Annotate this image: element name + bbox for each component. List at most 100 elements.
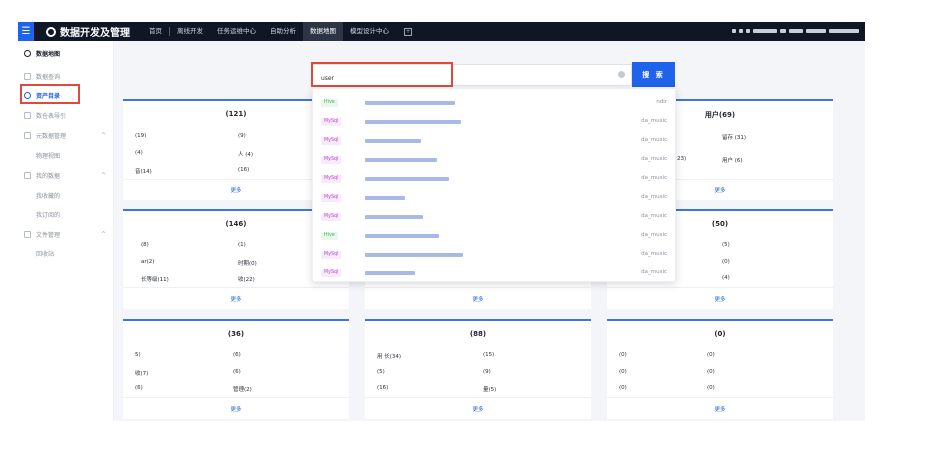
card-entry[interactable]: ar(2) xyxy=(141,259,154,265)
guide-icon xyxy=(24,111,31,119)
card-entry[interactable]: 收(7) xyxy=(135,369,148,377)
suggestion-item[interactable]: MySql da_music xyxy=(313,170,677,189)
table-name xyxy=(365,101,455,105)
database-name: da_music xyxy=(641,156,667,162)
nav-home[interactable]: 首页 xyxy=(142,22,169,41)
suggestion-item[interactable]: Hive ndir xyxy=(313,94,677,113)
card-entry[interactable]: (0) xyxy=(722,259,730,265)
more-link[interactable]: 更多 xyxy=(607,405,833,413)
metadata-icon xyxy=(24,131,31,139)
card-entry[interactable]: (6) xyxy=(135,385,143,391)
engine-badge: MySql xyxy=(321,175,342,183)
clear-icon[interactable] xyxy=(618,71,625,78)
sidebar-item-my-subscriptions[interactable]: 我订阅的 xyxy=(18,206,114,222)
my-data-icon xyxy=(24,171,31,179)
table-name xyxy=(365,177,449,181)
card-entry[interactable]: (4) xyxy=(722,275,730,281)
card-entry[interactable]: (6) xyxy=(233,369,241,375)
query-icon xyxy=(24,72,31,80)
user-area[interactable] xyxy=(732,29,859,33)
card-entry[interactable]: (15) xyxy=(483,352,494,358)
card-entry[interactable]: (0) xyxy=(619,385,627,391)
card-entry[interactable]: (0) xyxy=(619,369,627,375)
category-card[interactable]: (0) (0) (0) (0) (0) (0) (0) 更多 xyxy=(607,319,833,419)
suggestion-item[interactable]: MySql da_music xyxy=(313,208,677,227)
engine-badge: Hive xyxy=(321,232,338,240)
nav-task-ops[interactable]: 任务运维中心 xyxy=(210,22,263,41)
table-name xyxy=(365,120,461,124)
sidebar-item-warehouse-guide[interactable]: 数仓表导引 xyxy=(18,107,114,123)
engine-badge: MySql xyxy=(321,118,342,126)
add-tab-icon[interactable]: + xyxy=(404,27,412,36)
menu-icon[interactable]: ☰ xyxy=(18,22,34,41)
category-card[interactable]: (88) 用 长(34) (15) (5) (9) (16) 量(5) 更多 xyxy=(365,319,591,419)
top-navbar: ☰ 数据开发及管理 首页 离线开发 任务运维中心 自助分析 数据地图 模型设计中… xyxy=(18,22,865,41)
sidebar-group-file-management[interactable]: 文件管理 ^ xyxy=(18,226,114,242)
card-entry[interactable]: (9) xyxy=(238,133,246,139)
suggestion-item[interactable]: MySql da_music xyxy=(313,264,677,283)
sidebar-item-my-favorites[interactable]: 我收藏的 xyxy=(18,187,114,203)
card-entry[interactable]: (4) xyxy=(135,150,143,156)
card-entry[interactable]: (16) xyxy=(238,167,249,173)
logo-icon xyxy=(46,26,56,37)
category-card[interactable]: (36) 5) (6) 收(7) (6) (6) 管理(2) 更多 xyxy=(123,319,349,419)
suggestion-item[interactable]: MySql da_music xyxy=(313,132,677,151)
sidebar-item-physical-view[interactable]: 物理视图 xyxy=(18,147,114,163)
chevron-up-icon: ^ xyxy=(100,230,106,238)
suggestion-item[interactable]: Hive da_music xyxy=(313,227,677,246)
card-entry[interactable]: 音(14) xyxy=(135,167,152,175)
card-entry[interactable]: (8) xyxy=(141,242,149,248)
card-entry[interactable]: 时期(0) xyxy=(238,259,257,267)
card-entry[interactable]: 用户 (6) xyxy=(722,156,743,164)
card-entry[interactable]: (0) xyxy=(707,385,715,391)
card-entry[interactable]: 人 (4) xyxy=(238,150,253,158)
sidebar-item-data-query[interactable]: 数据查询 xyxy=(18,68,114,84)
sidebar-group-metadata[interactable]: 元数据管理 ^ xyxy=(18,127,114,143)
card-entry[interactable]: (9) xyxy=(483,369,491,375)
engine-badge: MySql xyxy=(321,213,342,221)
chevron-up-icon: ^ xyxy=(100,171,106,179)
engine-badge: MySql xyxy=(321,269,342,277)
card-entry[interactable]: (1) xyxy=(238,242,246,248)
annotation-highlight xyxy=(20,84,80,104)
card-entry[interactable]: 量(5) xyxy=(483,385,496,393)
more-link[interactable]: 更多 xyxy=(365,405,591,413)
card-entry[interactable]: (0) xyxy=(707,369,715,375)
suggestion-item[interactable]: MySql da_music xyxy=(313,189,677,208)
card-entry[interactable]: (19) xyxy=(135,133,146,139)
nav-data-map[interactable]: 数据地图 xyxy=(303,22,343,41)
card-entry[interactable]: (16) xyxy=(377,385,388,391)
card-entry[interactable]: (5) xyxy=(722,242,730,248)
card-entry[interactable]: (6) xyxy=(233,352,241,358)
nav-self-analysis[interactable]: 自助分析 xyxy=(263,22,303,41)
card-entry[interactable]: (0) xyxy=(619,352,627,358)
database-name: da_music xyxy=(641,251,667,257)
card-entry[interactable]: 收(22) xyxy=(238,275,255,283)
card-entry[interactable]: 5) xyxy=(135,352,141,358)
table-name xyxy=(365,234,439,238)
suggestion-item[interactable]: MySql da_music xyxy=(313,113,677,132)
card-entry[interactable]: 长等级(11) xyxy=(141,275,169,283)
nav-offline-dev[interactable]: 离线开发 xyxy=(170,22,210,41)
folder-icon xyxy=(24,230,31,238)
table-name xyxy=(365,139,421,143)
nav-model-design[interactable]: 模型设计中心 xyxy=(343,22,396,41)
app-root: ☰ 数据开发及管理 首页 离线开发 任务运维中心 自助分析 数据地图 模型设计中… xyxy=(0,0,926,452)
card-entry[interactable]: 用 长(34) xyxy=(377,352,401,360)
card-entry[interactable]: (0) xyxy=(707,352,715,358)
more-link[interactable]: 更多 xyxy=(607,295,833,303)
card-entry[interactable]: 管理(2) xyxy=(233,385,252,393)
card-entry[interactable]: 23) xyxy=(677,156,686,162)
more-link[interactable]: 更多 xyxy=(365,295,591,303)
suggestion-item[interactable]: MySql da_music xyxy=(313,151,677,170)
sidebar-item-recycle-bin[interactable]: 回收站 xyxy=(18,245,114,261)
card-entry[interactable]: 留存 (31) xyxy=(722,133,746,141)
table-name xyxy=(365,196,405,200)
sidebar-title[interactable]: 数据地图 xyxy=(18,45,114,61)
card-entry[interactable]: (5) xyxy=(377,369,385,375)
more-link[interactable]: 更多 xyxy=(123,295,349,303)
suggestion-item[interactable]: MySql da_music xyxy=(313,246,677,265)
more-link[interactable]: 更多 xyxy=(123,405,349,413)
search-button[interactable]: 搜 索 xyxy=(632,62,675,87)
sidebar-group-my-data[interactable]: 我的数据 ^ xyxy=(18,167,114,183)
